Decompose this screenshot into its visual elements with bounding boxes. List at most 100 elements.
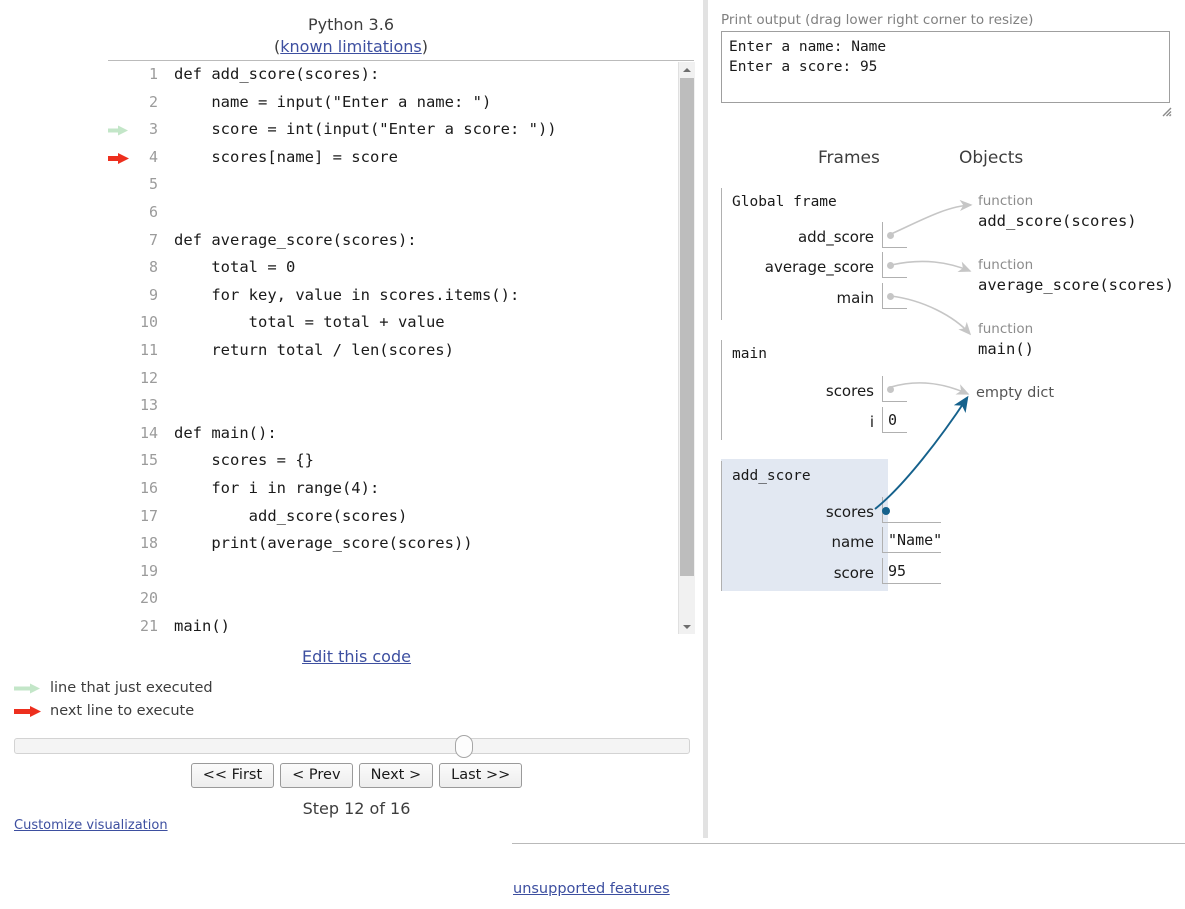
line-text: add_score(scores) — [174, 506, 408, 525]
line-number: 11 — [139, 340, 158, 359]
code-line[interactable]: 11 return total / len(scores) — [108, 337, 676, 365]
line-number: 4 — [148, 147, 158, 166]
code-lines-container: 1 def add_score(scores): 2 name = input("E… — [108, 61, 676, 637]
code-display: 1 def add_score(scores): 2 name = input("E… — [108, 60, 694, 637]
footer-divider — [512, 843, 1185, 844]
code-line[interactable]: 9 for key, value in scores.items(): — [108, 282, 676, 310]
pointer-dot-add-score — [887, 232, 894, 239]
object-name-add-score: add_score(scores) — [978, 212, 1137, 230]
frames-heading: Frames — [818, 148, 880, 168]
line-text: main() — [174, 616, 230, 635]
line-number: 14 — [139, 423, 158, 442]
unsupported-link-wrapper: unsupported features — [513, 881, 670, 897]
scrollbar-up-arrow-icon[interactable] — [679, 62, 695, 77]
line-text: for key, value in scores.items(): — [174, 285, 520, 304]
known-limitations-link[interactable]: known limitations — [280, 37, 422, 56]
line-text: for i in range(4): — [174, 478, 380, 497]
green-arrow-icon — [108, 125, 128, 136]
line-number: 16 — [139, 478, 158, 497]
code-line[interactable]: 15 scores = {} — [108, 447, 676, 475]
line-number: 12 — [139, 368, 158, 387]
var-slot-main-scores — [882, 376, 907, 402]
code-scrollbar[interactable] — [678, 62, 695, 634]
first-button[interactable]: << First — [190, 763, 275, 788]
code-line[interactable]: 18 print(average_score(scores)) — [108, 530, 676, 558]
code-line[interactable]: 1 def add_score(scores): — [108, 61, 676, 89]
step-slider-handle[interactable] — [455, 735, 473, 758]
red-arrow-icon — [14, 706, 41, 717]
code-line[interactable]: 12 — [108, 365, 676, 393]
line-number: 5 — [148, 175, 158, 194]
code-line[interactable]: 16 for i in range(4): — [108, 475, 676, 503]
code-line[interactable]: 13 — [108, 392, 676, 420]
line-number: 3 — [148, 120, 158, 139]
line-text: def main(): — [174, 423, 277, 442]
line-number: 2 — [148, 92, 158, 111]
code-line[interactable]: 17 add_score(scores) — [108, 503, 676, 531]
pointer-dot-main-scores — [887, 386, 894, 393]
var-name-as-name: name — [831, 533, 874, 551]
frame-add-score: add_score scores name "Name" score 95 — [721, 461, 942, 591]
code-line[interactable]: 19 — [108, 558, 676, 586]
line-text: total = 0 — [174, 258, 296, 277]
last-button[interactable]: Last >> — [439, 763, 523, 788]
code-line[interactable]: 7 def average_score(scores): — [108, 227, 676, 255]
edit-this-code-link[interactable]: Edit this code — [302, 647, 411, 666]
code-pane: Python 3.6 (known limitations) 1 def add_… — [0, 0, 703, 909]
line-text: def average_score(scores): — [174, 230, 417, 249]
language-header: Python 3.6 (known limitations) — [108, 14, 594, 58]
next-line-marker — [108, 144, 132, 172]
var-slot-add-score — [882, 222, 907, 248]
line-number: 1 — [148, 65, 158, 83]
var-name-as-score: score — [833, 564, 874, 582]
code-line[interactable]: 10 total = total + value — [108, 309, 676, 337]
scrollbar-down-arrow-icon[interactable] — [679, 619, 695, 634]
unsupported-features-link[interactable]: unsupported features — [513, 881, 670, 897]
scrollbar-thumb[interactable] — [680, 78, 694, 576]
code-line[interactable]: 5 — [108, 171, 676, 199]
code-line[interactable]: 4 scores[name] = score — [108, 144, 676, 172]
line-text: score = int(input("Enter a score: ")) — [174, 120, 557, 139]
prev-button[interactable]: < Prev — [280, 763, 353, 788]
edit-code-link-wrapper: Edit this code — [108, 647, 605, 666]
line-number: 6 — [148, 202, 158, 221]
code-line[interactable]: 20 — [108, 585, 676, 613]
code-line[interactable]: 6 — [108, 199, 676, 227]
object-empty-dict: empty dict — [976, 385, 1055, 401]
customize-visualization-link[interactable]: Customize visualization — [14, 818, 168, 833]
line-number: 7 — [148, 230, 158, 249]
resize-grip-icon[interactable] — [1160, 105, 1172, 117]
line-number: 13 — [139, 396, 158, 415]
navigation-buttons: << First < Prev Next > Last >> — [108, 763, 605, 788]
print-output-box: Enter a name: Name Enter a score: 95 — [721, 31, 1170, 103]
code-line[interactable]: 2 name = input("Enter a name: ") — [108, 89, 676, 117]
frame-main-title: main — [732, 346, 767, 362]
code-line[interactable]: 8 total = 0 — [108, 254, 676, 282]
objects-heading: Objects — [959, 148, 1024, 168]
code-line[interactable]: 14 def main(): — [108, 420, 676, 448]
code-line[interactable]: 3 score = int(input("Enter a score: ")) — [108, 116, 676, 144]
legend-next-line-label: next line to execute — [50, 703, 195, 719]
var-slot-as-scores — [882, 497, 941, 523]
known-limitations-line: (known limitations) — [108, 36, 594, 58]
customize-link-wrapper: Customize visualization — [14, 818, 168, 833]
red-arrow-icon — [108, 152, 129, 164]
next-button[interactable]: Next > — [358, 763, 434, 788]
pointer-dot-as-scores — [882, 507, 890, 515]
line-number: 21 — [139, 616, 158, 635]
line-text: return total / len(scores) — [174, 340, 454, 359]
paren-close: ) — [421, 37, 428, 56]
code-line[interactable]: 21 main() — [108, 613, 676, 637]
var-name-add-score: add_score — [797, 228, 874, 246]
legend-just-executed-label: line that just executed — [50, 680, 213, 696]
object-type-average-score: function — [978, 257, 1034, 273]
line-text: name = input("Enter a name: ") — [174, 92, 492, 111]
object-type-add-score: function — [978, 193, 1034, 209]
pointer-dot-average-score — [887, 262, 894, 269]
just-executed-marker — [108, 116, 132, 144]
var-value-as-score: 95 — [888, 562, 907, 580]
step-slider-track[interactable] — [14, 738, 690, 754]
var-slot-main — [882, 283, 907, 309]
frame-add-score-title: add_score — [732, 468, 811, 484]
var-name-main-i: i — [869, 413, 874, 431]
